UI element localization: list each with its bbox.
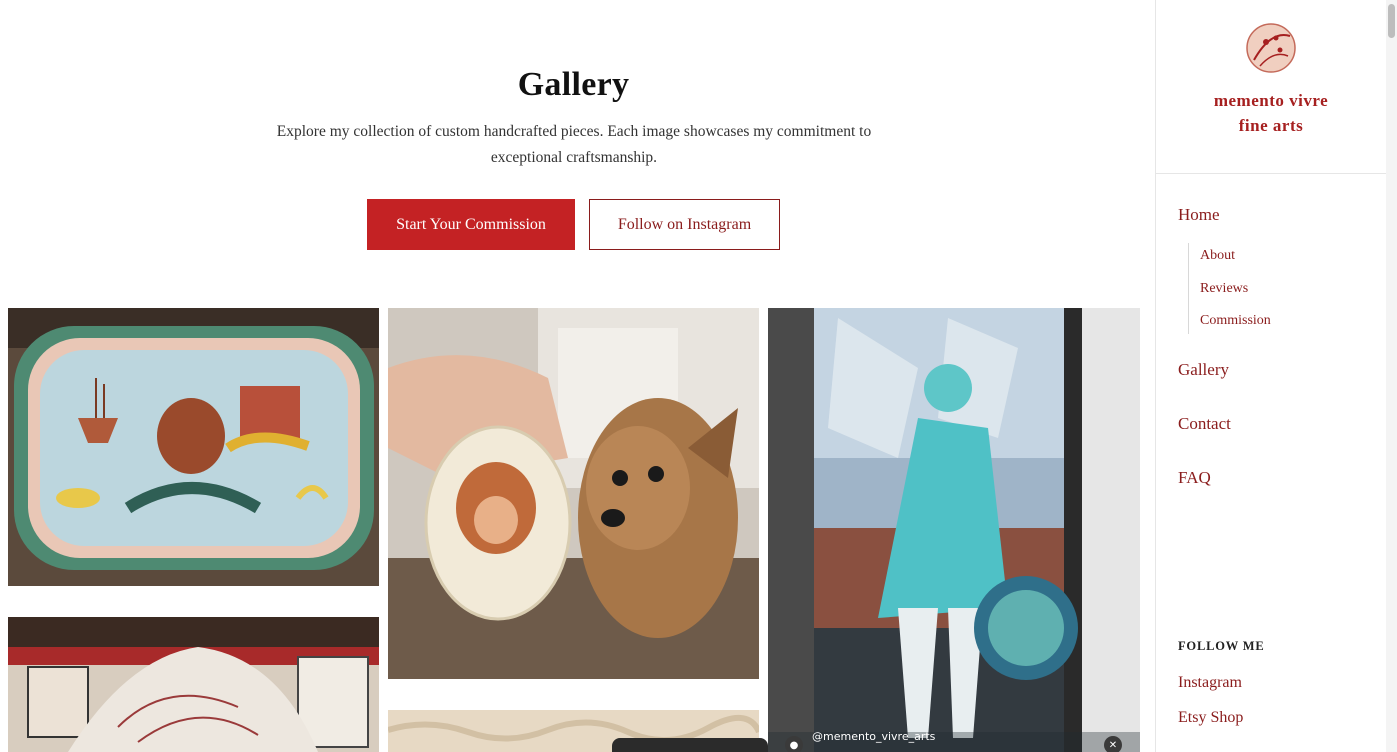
start-commission-button[interactable]: Start Your Commission bbox=[367, 199, 575, 250]
nav-reviews[interactable]: Reviews bbox=[1200, 281, 1248, 297]
logo-line-2: fine arts bbox=[1238, 116, 1304, 135]
page-scrollbar[interactable] bbox=[1386, 0, 1397, 752]
follow-instagram-button[interactable]: Follow on Instagram bbox=[589, 199, 780, 250]
nav-home[interactable]: Home bbox=[1178, 205, 1220, 225]
follow-heading: FOLLOW ME bbox=[1178, 639, 1265, 653]
gallery-video-fairy-mural[interactable]: @memento_vivre_arts bbox=[768, 308, 1140, 752]
logo-emblem-icon bbox=[1246, 23, 1296, 73]
page-title: Gallery bbox=[517, 66, 630, 103]
etsy-shop-link[interactable]: Etsy Shop bbox=[1178, 709, 1243, 727]
gallery-image-jacket[interactable] bbox=[8, 617, 379, 752]
nav-about[interactable]: About bbox=[1200, 248, 1235, 264]
main-content: Gallery Explore my collection of custom … bbox=[0, 0, 1155, 752]
logo-line-1: memento vivre bbox=[1213, 91, 1329, 110]
nav-gallery[interactable]: Gallery bbox=[1178, 360, 1229, 380]
nav-faq[interactable]: FAQ bbox=[1178, 468, 1211, 488]
logo-text: memento vivre fine arts bbox=[1156, 88, 1386, 138]
gallery-image-tray[interactable] bbox=[8, 308, 379, 586]
gallery-image-dog-ornament[interactable] bbox=[388, 308, 759, 679]
video-controls-bar[interactable] bbox=[612, 738, 768, 752]
mute-icon[interactable]: ✕ bbox=[1104, 736, 1122, 752]
video-watermark: @memento_vivre_arts bbox=[812, 730, 936, 743]
nav-contact[interactable]: Contact bbox=[1178, 414, 1231, 434]
sidebar: memento vivre fine arts Home About Revie… bbox=[1155, 0, 1386, 752]
user-icon[interactable]: ● bbox=[785, 736, 803, 752]
subnav-divider bbox=[1188, 243, 1189, 334]
logo[interactable]: memento vivre fine arts bbox=[1156, 0, 1386, 174]
nav-commission[interactable]: Commission bbox=[1200, 313, 1271, 329]
page-description: Explore my collection of custom handcraf… bbox=[276, 123, 872, 166]
instagram-link[interactable]: Instagram bbox=[1178, 674, 1242, 692]
scrollbar-thumb[interactable] bbox=[1388, 4, 1395, 38]
